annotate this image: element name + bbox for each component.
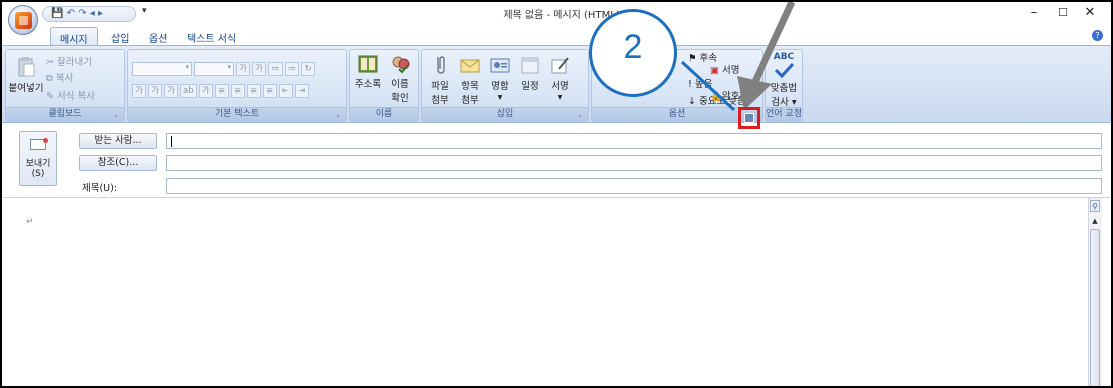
office-button[interactable] bbox=[8, 5, 38, 35]
bullets-button[interactable]: ≔ bbox=[268, 62, 283, 76]
title-bar: 💾 ↶ ↷ ◂ ▸ ▾ 제목 없음 - 메시지 (HTML) – ☐ ✕ bbox=[2, 2, 1111, 35]
font-color-button[interactable]: 가 bbox=[198, 84, 213, 98]
paperclip-icon bbox=[437, 56, 445, 74]
ruler-toggle-icon[interactable]: ⚲ bbox=[1090, 200, 1100, 212]
checkmark-icon bbox=[774, 62, 795, 78]
window-title: 제목 없음 - 메시지 (HTML) bbox=[503, 10, 620, 21]
group-include: 파일 첨부 항목 첨부 명함 ▾ 일정 서명 ▾ 삽입 ⌞ bbox=[421, 49, 589, 122]
tab-format-text[interactable]: 텍스트 서식 bbox=[178, 27, 245, 46]
underline-button[interactable]: 가 bbox=[164, 84, 178, 98]
basic-text-launcher-icon[interactable]: ⌞ bbox=[334, 110, 343, 119]
signature-pen-icon bbox=[551, 57, 569, 74]
calendar-button[interactable]: 일정 bbox=[516, 54, 544, 92]
group-basic-text: 가 가 ≔ ≔ ↻ 가 가 가 ab 가 ≡ ≡ ≡ ≡ ⇤ ⇥ 기본 텍스트 … bbox=[127, 49, 347, 122]
group-clipboard: 붙여넣기 ✂ 잘라내기 ⧉ 복사 ✎ 서식 복사 클립보드 ⌞ bbox=[5, 49, 125, 122]
paragraph-controls-row: 가 가 가 ab 가 ≡ ≡ ≡ ≡ ⇤ ⇥ bbox=[132, 84, 309, 98]
high-importance-button[interactable]: ! 높음 bbox=[688, 76, 712, 90]
spelling-button[interactable]: ABC 맞춤법 검사 ▾ bbox=[766, 52, 802, 108]
to-field[interactable] bbox=[166, 133, 1102, 149]
envelope-icon bbox=[460, 59, 480, 73]
sign-button[interactable]: ▣ 서명 bbox=[710, 62, 740, 76]
maximize-button[interactable]: ☐ bbox=[1048, 6, 1078, 19]
copy-button[interactable]: ⧉ 복사 bbox=[46, 70, 73, 84]
shrink-font-button[interactable]: 가 bbox=[252, 62, 266, 76]
signature-button[interactable]: 서명 ▾ bbox=[546, 54, 574, 103]
bold-button[interactable]: 가 bbox=[132, 84, 146, 98]
group-names: 주소록 이름 확인 이름 bbox=[349, 49, 419, 122]
office-logo-icon bbox=[15, 12, 32, 29]
cc-field[interactable] bbox=[166, 155, 1102, 171]
address-book-button[interactable]: 주소록 bbox=[352, 54, 384, 90]
font-name-combo[interactable] bbox=[132, 62, 192, 76]
cc-button[interactable]: 참조(C)... bbox=[79, 155, 157, 171]
justify-button[interactable]: ≡ bbox=[262, 84, 277, 98]
business-card-button[interactable]: 명함 ▾ bbox=[486, 54, 514, 103]
paragraph-mark: ↵ bbox=[26, 217, 34, 227]
decrease-indent-button[interactable]: ⇤ bbox=[278, 84, 293, 98]
subject-label: 제목(U): bbox=[82, 183, 118, 194]
paste-button[interactable]: 붙여넣기 bbox=[8, 56, 44, 94]
tab-message[interactable]: 메시지 bbox=[50, 27, 98, 46]
encrypt-button[interactable]: 🔒암호화 bbox=[710, 88, 748, 102]
paste-icon bbox=[18, 57, 35, 77]
options-dialog-launcher-icon[interactable] bbox=[744, 113, 754, 123]
calendar-icon bbox=[521, 57, 539, 74]
business-card-icon bbox=[490, 58, 510, 73]
message-body[interactable] bbox=[2, 199, 1102, 386]
italic-button[interactable]: 가 bbox=[148, 84, 162, 98]
group-label-options: 옵션 bbox=[592, 107, 762, 121]
group-proofing: ABC 맞춤법 검사 ▾ 언어 교정 bbox=[765, 49, 803, 122]
scroll-up-icon[interactable]: ▲ bbox=[1090, 216, 1100, 227]
send-envelope-icon bbox=[30, 138, 48, 150]
include-launcher-icon[interactable]: ⌞ bbox=[576, 110, 585, 119]
help-icon[interactable]: ? bbox=[1092, 30, 1103, 41]
cut-button[interactable]: ✂ 잘라내기 bbox=[46, 54, 92, 68]
check-names-icon bbox=[392, 56, 410, 74]
outlook-compose-window: 💾 ↶ ↷ ◂ ▸ ▾ 제목 없음 - 메시지 (HTML) – ☐ ✕ 메시지… bbox=[0, 0, 1113, 388]
format-painter-button[interactable]: ✎ 서식 복사 bbox=[46, 88, 95, 102]
ribbon: 붙여넣기 ✂ 잘라내기 ⧉ 복사 ✎ 서식 복사 클립보드 ⌞ 가 가 ≔ ≔ … bbox=[2, 45, 1111, 123]
align-center-button[interactable]: ≡ bbox=[230, 84, 245, 98]
to-button[interactable]: 받는 사람... bbox=[79, 133, 157, 149]
lock-icon: 🔒 bbox=[710, 91, 722, 102]
clipboard-launcher-icon[interactable]: ⌞ bbox=[112, 110, 121, 119]
group-label-names: 이름 bbox=[350, 107, 418, 121]
close-button[interactable]: ✕ bbox=[1075, 5, 1105, 20]
abc-label: ABC bbox=[773, 52, 795, 62]
scrollbar-thumb[interactable] bbox=[1090, 229, 1100, 386]
group-label-proofing: 언어 교정 bbox=[766, 107, 802, 121]
grow-font-button[interactable]: 가 bbox=[236, 62, 250, 76]
font-controls-row: 가 가 ≔ ≔ ↻ bbox=[236, 62, 315, 76]
check-names-button[interactable]: 이름 확인 bbox=[384, 54, 416, 104]
text-caret bbox=[171, 136, 172, 147]
align-left-button[interactable]: ≡ bbox=[214, 84, 229, 98]
minimize-button[interactable]: – bbox=[1019, 5, 1049, 20]
step-number: 2 bbox=[623, 28, 643, 66]
send-button[interactable]: 보내기(S) bbox=[19, 131, 57, 186]
numbering-button[interactable]: ≔ bbox=[284, 62, 299, 76]
attach-file-button[interactable]: 파일 첨부 bbox=[426, 54, 454, 106]
step-number-callout: 2 bbox=[589, 9, 677, 97]
group-label-include: 삽입 bbox=[422, 107, 588, 121]
increase-indent-button[interactable]: ⇥ bbox=[294, 84, 309, 98]
highlight-button[interactable]: ab bbox=[180, 84, 197, 98]
tab-insert[interactable]: 삽입 bbox=[102, 27, 138, 46]
group-label-basic-text: 기본 텍스트 bbox=[128, 107, 346, 121]
align-right-button[interactable]: ≡ bbox=[246, 84, 261, 98]
group-label-clipboard: 클립보드 bbox=[6, 107, 124, 121]
font-size-combo[interactable] bbox=[194, 62, 234, 76]
clear-format-button[interactable]: ↻ bbox=[301, 62, 315, 76]
tab-options[interactable]: 옵션 bbox=[140, 27, 176, 46]
attach-item-button[interactable]: 항목 첨부 bbox=[456, 54, 484, 106]
ribbon-tabs: 메시지 삽입 옵션 텍스트 서식 ? bbox=[2, 24, 1111, 46]
subject-field[interactable] bbox=[166, 178, 1102, 194]
certificate-icon: ▣ bbox=[710, 65, 719, 76]
options-launcher-highlight[interactable] bbox=[738, 107, 760, 129]
address-book-icon bbox=[358, 55, 378, 73]
